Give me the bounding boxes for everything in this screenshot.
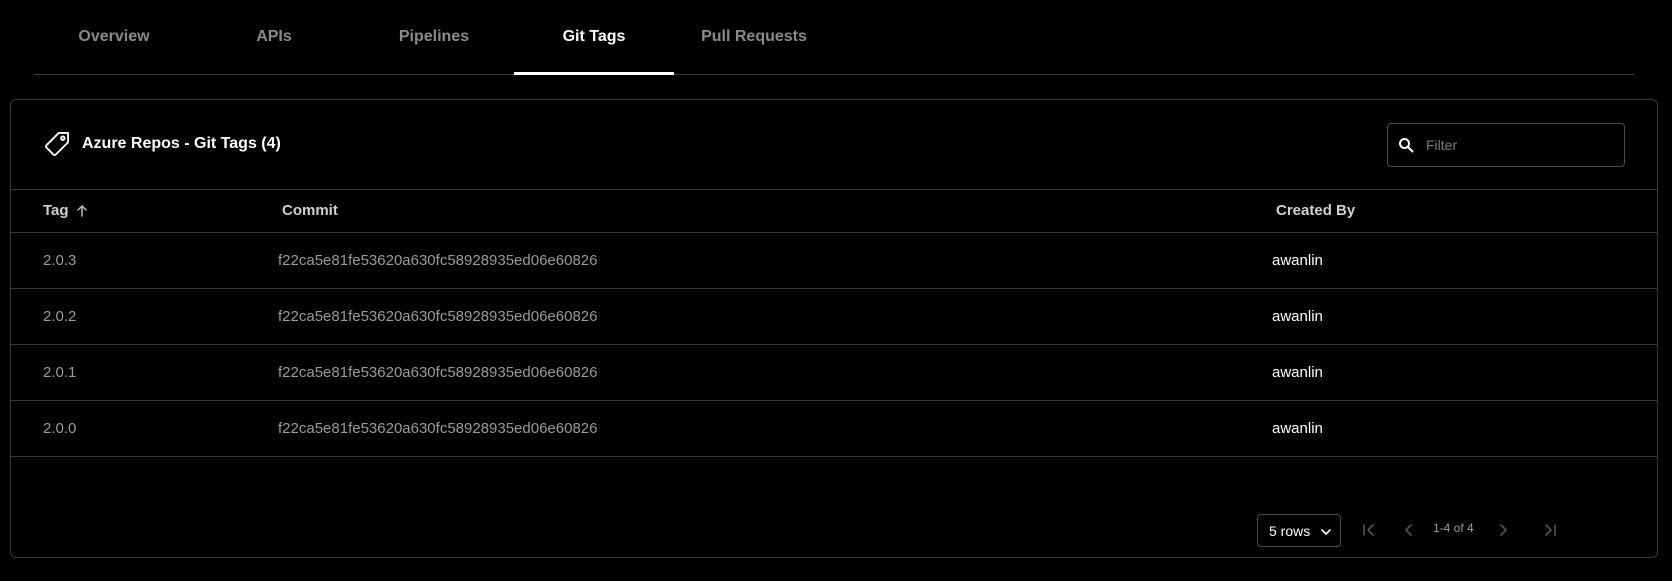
table-row: 2.0.1 f22ca5e81fe53620a630fc58928935ed06…: [11, 345, 1657, 401]
cell-commit: f22ca5e81fe53620a630fc58928935ed06e60826: [278, 420, 598, 437]
column-header-created-by-label: Created By: [1276, 202, 1356, 219]
first-page-icon: [1363, 524, 1374, 536]
cell-created-by: awanlin: [1272, 252, 1323, 269]
tab-pipelines[interactable]: Pipelines: [354, 0, 514, 74]
rows-per-page-value: 5 rows: [1269, 522, 1311, 539]
table-row: 2.0.0 f22ca5e81fe53620a630fc58928935ed06…: [11, 401, 1657, 457]
cell-tag: 2.0.0: [43, 420, 77, 437]
rows-per-page-select[interactable]: 5 rows: [1257, 514, 1341, 547]
chevron-left-icon: [1405, 524, 1412, 536]
table-header: Tag Commit Created By: [11, 189, 1657, 233]
column-header-commit-label: Commit: [282, 202, 338, 219]
pagination: 5 rows 1-4 of 4: [1257, 497, 1657, 557]
arrow-up-icon: [75, 204, 89, 218]
tab-overview[interactable]: Overview: [34, 0, 194, 74]
table-row: 2.0.2 f22ca5e81fe53620a630fc58928935ed06…: [11, 289, 1657, 345]
filter-box[interactable]: [1387, 123, 1625, 167]
git-tags-card: Azure Repos - Git Tags (4) Tag Commi: [10, 99, 1658, 558]
card-title: Azure Repos - Git Tags (4): [82, 135, 281, 152]
last-page-icon: [1545, 524, 1556, 536]
cell-tag: 2.0.1: [43, 364, 77, 381]
column-header-tag[interactable]: Tag: [43, 189, 89, 232]
tab-pull-requests[interactable]: Pull Requests: [674, 0, 834, 74]
tag-icon: [43, 130, 71, 158]
page-range: 1-4 of 4: [1433, 521, 1474, 535]
chevron-down-icon: [1320, 525, 1332, 537]
cell-tag: 2.0.2: [43, 308, 77, 325]
column-header-commit[interactable]: Commit: [282, 189, 338, 232]
cell-tag: 2.0.3: [43, 252, 77, 269]
next-page-button[interactable]: [1493, 520, 1513, 540]
filter-input[interactable]: [1424, 136, 1608, 154]
cell-commit: f22ca5e81fe53620a630fc58928935ed06e60826: [278, 364, 598, 381]
tab-git-tags[interactable]: Git Tags: [514, 0, 674, 75]
cell-commit: f22ca5e81fe53620a630fc58928935ed06e60826: [278, 308, 598, 325]
tab-bar: Overview APIs Pipelines Git Tags Pull Re…: [34, 0, 1634, 75]
first-page-button[interactable]: [1359, 520, 1379, 540]
card-header: Azure Repos - Git Tags (4): [11, 100, 1657, 190]
cell-created-by: awanlin: [1272, 420, 1323, 437]
column-header-created-by[interactable]: Created By: [1276, 189, 1355, 232]
last-page-button[interactable]: [1540, 520, 1560, 540]
column-header-tag-label: Tag: [43, 202, 69, 219]
cell-created-by: awanlin: [1272, 308, 1323, 325]
search-icon: [1398, 137, 1414, 153]
cell-created-by: awanlin: [1272, 364, 1323, 381]
table-row: 2.0.3 f22ca5e81fe53620a630fc58928935ed06…: [11, 233, 1657, 289]
card-title-group: Azure Repos - Git Tags (4): [43, 130, 281, 158]
chevron-right-icon: [1500, 524, 1507, 536]
cell-commit: f22ca5e81fe53620a630fc58928935ed06e60826: [278, 252, 598, 269]
tab-apis[interactable]: APIs: [194, 0, 354, 74]
previous-page-button[interactable]: [1399, 520, 1419, 540]
